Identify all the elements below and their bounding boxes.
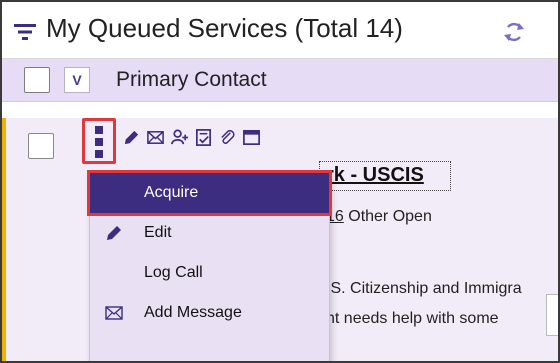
queued-services-panel: My Queued Services (Total 14) V Primary … bbox=[0, 0, 560, 363]
menu-item-acquire[interactable]: Acquire bbox=[87, 170, 332, 216]
row-action-icons bbox=[122, 125, 261, 149]
panel-header: My Queued Services (Total 14) bbox=[2, 2, 558, 59]
actions-dropdown-menu: Acquire Edit Log Call Add Message bbox=[87, 170, 332, 361]
menu-item-log-call[interactable]: Log Call bbox=[90, 253, 329, 293]
kebab-menu-icon[interactable] bbox=[93, 126, 105, 162]
row-spacer bbox=[2, 102, 558, 118]
window-icon[interactable] bbox=[242, 128, 261, 147]
row-checkbox[interactable] bbox=[28, 133, 54, 159]
sort-toggle-button[interactable]: V bbox=[64, 67, 90, 93]
menu-item-label: Edit bbox=[144, 224, 172, 241]
row-open-count: 16 Other Open bbox=[326, 208, 432, 226]
form-check-icon[interactable] bbox=[194, 128, 213, 147]
row-service-name: .S. Citizenship and Immigra bbox=[326, 280, 522, 297]
column-label-primary-contact[interactable]: Primary Contact bbox=[116, 68, 267, 92]
paperclip-icon[interactable] bbox=[218, 128, 237, 147]
page-title: My Queued Services (Total 14) bbox=[46, 13, 403, 43]
menu-item-label: Log Call bbox=[144, 264, 203, 281]
row-title-link[interactable]: rk - USCIS bbox=[326, 164, 424, 187]
envelope-icon[interactable] bbox=[146, 128, 165, 147]
pencil-icon bbox=[107, 226, 121, 240]
pencil-icon[interactable] bbox=[122, 128, 141, 147]
menu-item-edit[interactable]: Edit bbox=[90, 213, 329, 253]
menu-item-label: Acquire bbox=[144, 184, 199, 201]
column-header-row: V Primary Contact bbox=[2, 59, 558, 102]
tooltip-edge bbox=[546, 294, 558, 336]
menu-item-label: Add Message bbox=[144, 304, 242, 321]
add-person-icon[interactable] bbox=[170, 128, 189, 147]
menu-item-add-message[interactable]: Add Message bbox=[90, 293, 329, 333]
refresh-icon[interactable] bbox=[502, 21, 526, 43]
hamburger-filter-icon[interactable] bbox=[14, 24, 36, 40]
select-all-checkbox[interactable] bbox=[24, 67, 50, 93]
open-count-suffix: Other Open bbox=[343, 208, 432, 225]
envelope-icon bbox=[105, 306, 123, 320]
row-description: nt needs help with some bbox=[326, 310, 499, 327]
